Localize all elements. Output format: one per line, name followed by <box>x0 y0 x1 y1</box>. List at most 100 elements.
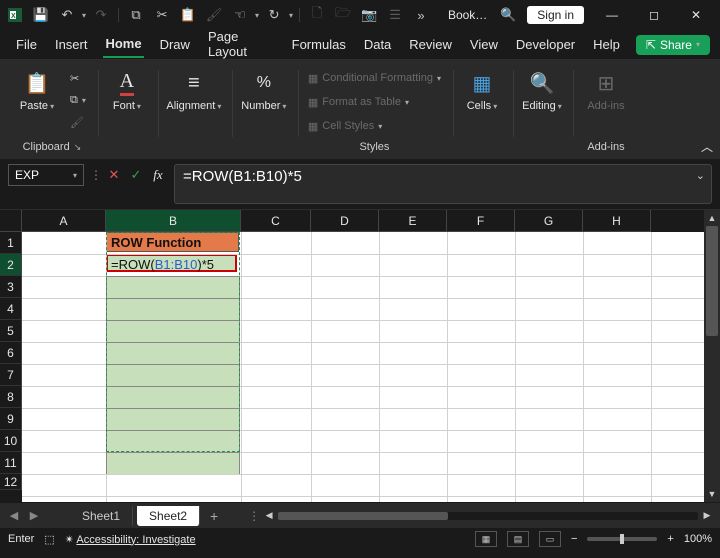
cell-green[interactable] <box>106 298 240 320</box>
touch-mode-icon[interactable]: ☜ <box>229 4 251 26</box>
row-header[interactable]: 5 <box>0 320 22 342</box>
sheet-nav-prev[interactable]: ◀ <box>6 509 22 522</box>
font-button[interactable]: A Font▾ <box>104 64 150 112</box>
tab-file[interactable]: File <box>14 33 39 57</box>
row-header[interactable]: 9 <box>0 408 22 430</box>
page-break-view-button[interactable]: ▭ <box>539 531 561 547</box>
undo-dropdown-icon[interactable]: ▾ <box>82 11 86 20</box>
row-header[interactable]: 2 <box>0 254 22 276</box>
form-icon[interactable]: ☰ <box>384 4 406 26</box>
scroll-left-icon[interactable]: ◀ <box>262 510 276 521</box>
select-all-corner[interactable] <box>0 210 22 232</box>
cancel-formula-button[interactable]: ✕ <box>104 164 124 186</box>
scroll-right-icon[interactable]: ▶ <box>700 510 714 521</box>
cell-green[interactable] <box>106 452 240 474</box>
touch-dropdown-icon[interactable]: ▾ <box>255 11 259 20</box>
col-header[interactable]: E <box>379 210 447 232</box>
sheet-tab[interactable]: Sheet2 <box>137 506 200 526</box>
minimize-button[interactable]: ― <box>592 0 632 30</box>
number-button[interactable]: % Number▾ <box>238 64 290 112</box>
tab-insert[interactable]: Insert <box>53 33 90 57</box>
horizontal-scrollbar[interactable]: ⋮ ◀ ▶ <box>248 509 714 523</box>
format-painter-button[interactable]: 🖌 <box>66 112 90 132</box>
clipboard-launcher-icon[interactable]: ↘ <box>74 142 82 153</box>
cell-b2-editing[interactable]: =ROW(B1:B10)*5 <box>106 254 237 272</box>
col-header[interactable]: H <box>583 210 651 232</box>
cells-button[interactable]: ▦ Cells▾ <box>459 64 505 112</box>
zoom-in-button[interactable]: + <box>667 533 673 545</box>
row-header[interactable]: 4 <box>0 298 22 320</box>
accessibility-status[interactable]: ✴ Accessibility: Investigate <box>65 533 196 546</box>
addins-button[interactable]: ⊞ Add-ins <box>579 64 633 112</box>
redo-icon[interactable]: ↷ <box>90 4 112 26</box>
zoom-out-button[interactable]: − <box>571 533 577 545</box>
search-icon[interactable]: 🔍 <box>497 7 519 23</box>
sheet-tab[interactable]: Sheet1 <box>70 506 133 526</box>
conditional-formatting-button[interactable]: ▦ Conditional Formatting ▾ <box>304 68 445 88</box>
refresh-dropdown-icon[interactable]: ▾ <box>289 11 293 20</box>
name-box[interactable]: EXP▾ <box>8 164 84 186</box>
col-header[interactable]: G <box>515 210 583 232</box>
row-header[interactable]: 6 <box>0 342 22 364</box>
format-painter-icon[interactable]: 🖌 <box>203 4 225 26</box>
row-header[interactable]: 8 <box>0 386 22 408</box>
editing-button[interactable]: 🔍 Editing▾ <box>519 64 565 112</box>
cell-green[interactable] <box>106 276 240 298</box>
camera-icon[interactable]: 📷 <box>358 4 380 26</box>
undo-icon[interactable]: ↶ <box>56 4 78 26</box>
collapse-ribbon-button[interactable]: ︿ <box>698 137 716 155</box>
row-header[interactable]: 7 <box>0 364 22 386</box>
tab-developer[interactable]: Developer <box>514 33 577 57</box>
copy-button[interactable]: ⧉ ▾ <box>66 90 90 110</box>
tab-view[interactable]: View <box>468 33 500 57</box>
cell-green[interactable] <box>106 364 240 386</box>
new-file-icon[interactable]: 🗋 <box>306 4 328 26</box>
tab-formulas[interactable]: Formulas <box>290 33 348 57</box>
add-sheet-button[interactable]: + <box>204 508 224 524</box>
cell-green[interactable] <box>106 430 240 452</box>
excel-app-icon[interactable]: X <box>4 4 26 26</box>
copy-icon[interactable]: ⧉ <box>125 4 147 26</box>
expand-formula-icon[interactable]: ⌄ <box>696 169 705 182</box>
vertical-scrollbar[interactable]: ▲ ▼ <box>704 210 720 502</box>
tab-page-layout[interactable]: Page Layout <box>206 25 276 64</box>
refresh-icon[interactable]: ↻ <box>263 4 285 26</box>
normal-view-button[interactable]: ▦ <box>475 531 497 547</box>
row-header[interactable]: 3 <box>0 276 22 298</box>
row-header[interactable]: 12 <box>0 474 22 490</box>
macro-record-icon[interactable]: ⬚ <box>44 533 54 546</box>
cell-green[interactable] <box>106 386 240 408</box>
qat-more-icon[interactable]: » <box>410 4 432 26</box>
cell-green[interactable] <box>106 408 240 430</box>
page-layout-view-button[interactable]: ▤ <box>507 531 529 547</box>
sheet-nav-next[interactable]: ▶ <box>26 509 42 522</box>
share-button[interactable]: ⇱Share▾ <box>636 35 710 55</box>
namebox-dropdown-icon[interactable]: ▾ <box>73 171 77 180</box>
scroll-down-icon[interactable]: ▼ <box>704 486 720 502</box>
enter-formula-button[interactable]: ✓ <box>126 164 146 186</box>
col-header[interactable]: A <box>22 210 106 232</box>
tab-data[interactable]: Data <box>362 33 393 57</box>
open-file-icon[interactable]: 🗁 <box>332 4 354 26</box>
cells-area[interactable]: ROW Function =ROW(B1:B10)*5 <box>22 232 704 502</box>
tab-review[interactable]: Review <box>407 33 454 57</box>
formula-input[interactable]: =ROW(B1:B10)*5 ⌄ <box>174 164 712 204</box>
paste-button[interactable]: 📋 Paste▾ <box>14 64 60 112</box>
save-icon[interactable]: 💾 <box>30 4 52 26</box>
cell-green[interactable] <box>106 342 240 364</box>
col-header[interactable]: D <box>311 210 379 232</box>
cell-styles-button[interactable]: ▦ Cell Styles ▾ <box>304 116 445 136</box>
tab-home[interactable]: Home <box>103 32 143 58</box>
row-header[interactable]: 11 <box>0 452 22 474</box>
cut-button[interactable]: ✂ <box>66 68 90 88</box>
close-button[interactable]: ✕ <box>676 0 716 30</box>
cell-b1[interactable]: ROW Function <box>106 232 239 252</box>
vscroll-thumb[interactable] <box>706 226 718 336</box>
col-header[interactable]: B <box>106 210 241 232</box>
zoom-level[interactable]: 100% <box>684 533 712 545</box>
row-header[interactable]: 10 <box>0 430 22 452</box>
hscroll-thumb[interactable] <box>278 512 448 520</box>
paste-qat-icon[interactable]: 📋 <box>177 4 199 26</box>
zoom-slider[interactable] <box>587 537 657 541</box>
col-header[interactable]: F <box>447 210 515 232</box>
